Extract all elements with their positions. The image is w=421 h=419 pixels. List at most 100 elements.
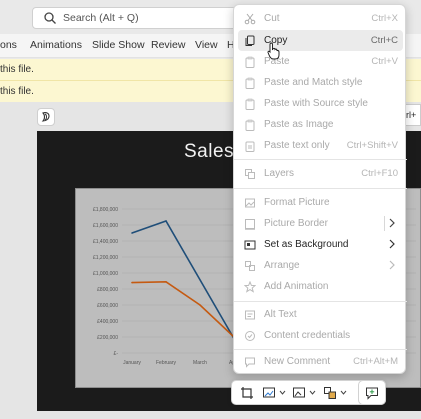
- menu-divider: [234, 188, 407, 189]
- format-picture-icon: [243, 196, 257, 210]
- copy-icon: [243, 34, 257, 48]
- chevron-right-icon: [389, 260, 395, 270]
- menu-item-paste-text-only[interactable]: Paste text only Ctrl+Shift+V: [238, 135, 403, 156]
- menu-item-label: Set as Background: [264, 239, 349, 250]
- menu-item-label: Picture Border: [264, 218, 328, 229]
- menu-item-label: Format Picture: [264, 197, 330, 208]
- menu-item-set-as-background[interactable]: Set as Background: [238, 234, 403, 255]
- menu-item-copy[interactable]: Copy Ctrl+C: [238, 30, 403, 51]
- y-tick-label: £-: [114, 351, 119, 357]
- chevron-down-icon[interactable]: [340, 390, 347, 395]
- clipboard-icon: [243, 118, 257, 132]
- menu-item-label: Paste and Match style: [264, 77, 363, 88]
- warning-text: this file.: [0, 86, 34, 97]
- data-point: [165, 220, 167, 222]
- copilot-icon: [41, 112, 50, 122]
- floating-toolbar-comment: [358, 380, 386, 405]
- hand-cursor-icon: [267, 42, 280, 60]
- y-tick-label: £400,000: [97, 319, 118, 325]
- layers-icon: [243, 167, 257, 181]
- menu-item-arrange[interactable]: Arrange: [238, 255, 403, 276]
- menu-item-paste-as-image[interactable]: Paste as Image: [238, 114, 403, 135]
- menu-item-label: Layers: [264, 168, 295, 179]
- x-tick-label: January: [123, 360, 141, 366]
- warning-text: this file.: [0, 64, 34, 75]
- clipboard-icon: [243, 55, 257, 69]
- y-tick-label: £1,400,000: [93, 239, 118, 245]
- set-background-icon: [243, 238, 257, 252]
- submenu-divider: [384, 216, 385, 231]
- new-comment-icon[interactable]: [365, 386, 379, 400]
- menu-item-layers[interactable]: Layers Ctrl+F10: [238, 163, 403, 184]
- copilot-button[interactable]: [37, 108, 55, 126]
- slide-title: Sales: [184, 141, 235, 162]
- menu-item-label: Content credentials: [264, 330, 351, 341]
- y-tick-label: £1,800,000: [93, 207, 118, 213]
- arrange-icon[interactable]: [323, 386, 337, 400]
- menu-item-cut[interactable]: Cut Ctrl+X: [238, 8, 403, 29]
- menu-item-new-comment[interactable]: New Comment Ctrl+Alt+M: [238, 351, 403, 372]
- chevron-down-icon[interactable]: [279, 390, 286, 395]
- x-tick-label: March: [193, 360, 207, 366]
- y-tick-label: £1,000,000: [93, 271, 118, 277]
- picture-border-icon[interactable]: [262, 386, 276, 400]
- menu-divider: [234, 301, 407, 302]
- chevron-down-icon[interactable]: [309, 390, 316, 395]
- menu-item-content-credentials[interactable]: Content credentials: [238, 325, 403, 346]
- y-tick-label: £200,000: [97, 335, 118, 341]
- credentials-icon: [243, 329, 257, 343]
- right-toolbar-button[interactable]: rl+: [404, 104, 421, 126]
- menu-item-shortcut: Ctrl+F10: [361, 168, 398, 179]
- menu-item-add-animation[interactable]: Add Animation: [238, 276, 403, 297]
- y-tick-label: £800,000: [97, 287, 118, 293]
- tab-animations[interactable]: Animations: [30, 39, 82, 51]
- scissors-icon: [243, 12, 257, 26]
- context-menu: Cut Ctrl+X Copy Ctrl+C Paste Ctrl+V Past…: [233, 4, 407, 374]
- menu-item-picture-border[interactable]: Picture Border: [238, 213, 403, 234]
- menu-item-shortcut: Ctrl+V: [371, 56, 398, 67]
- clipboard-icon: [243, 76, 257, 90]
- series-line: [131, 280, 235, 338]
- picture-styles-icon[interactable]: [292, 386, 306, 400]
- menu-item-label: Paste with Source style: [264, 98, 368, 109]
- menu-item-shortcut: Ctrl+Alt+M: [353, 356, 398, 367]
- clipboard-text-icon: [243, 139, 257, 153]
- data-point: [199, 304, 201, 306]
- menu-item-shortcut: Ctrl+C: [370, 35, 398, 46]
- y-tick-label: £1,200,000: [93, 255, 118, 261]
- menu-item-paste[interactable]: Paste Ctrl+V: [238, 51, 403, 72]
- alt-text-icon: [243, 308, 257, 322]
- picture-border-icon: [243, 217, 257, 231]
- y-tick-label: £1,600,000: [93, 223, 118, 229]
- menu-item-label: Paste text only: [264, 140, 330, 151]
- tab-review[interactable]: Review: [151, 39, 185, 51]
- search-placeholder: Search (Alt + Q): [63, 12, 139, 24]
- y-tick-label: £600,000: [97, 303, 118, 309]
- menu-item-shortcut: Ctrl+X: [371, 13, 398, 24]
- menu-item-label: Cut: [264, 13, 280, 24]
- chevron-right-icon: [389, 239, 395, 249]
- x-tick-label: February: [156, 360, 177, 366]
- arrange-icon: [243, 259, 257, 273]
- menu-item-shortcut: Ctrl+Shift+V: [346, 140, 398, 151]
- menu-item-format-picture[interactable]: Format Picture: [238, 192, 403, 213]
- menu-item-paste-match-style[interactable]: Paste and Match style: [238, 72, 403, 93]
- menu-divider: [234, 159, 407, 160]
- chevron-right-icon: [389, 218, 395, 228]
- menu-item-label: Paste as Image: [264, 119, 334, 130]
- animation-icon: [243, 280, 257, 294]
- menu-item-paste-source-style[interactable]: Paste with Source style: [238, 93, 403, 114]
- tab-add-ins[interactable]: ons: [0, 39, 17, 51]
- crop-icon[interactable]: [240, 386, 254, 400]
- data-point: [165, 281, 167, 283]
- tab-view[interactable]: View: [195, 39, 218, 51]
- comment-icon: [243, 355, 257, 369]
- tab-slide-show[interactable]: Slide Show: [92, 39, 145, 51]
- menu-item-label: Alt Text: [264, 309, 297, 320]
- menu-divider: [234, 349, 407, 350]
- data-point: [131, 281, 133, 284]
- clipboard-icon: [243, 97, 257, 111]
- menu-item-label: Arrange: [264, 260, 300, 271]
- data-point: [131, 232, 133, 234]
- menu-item-alt-text[interactable]: Alt Text: [238, 304, 403, 325]
